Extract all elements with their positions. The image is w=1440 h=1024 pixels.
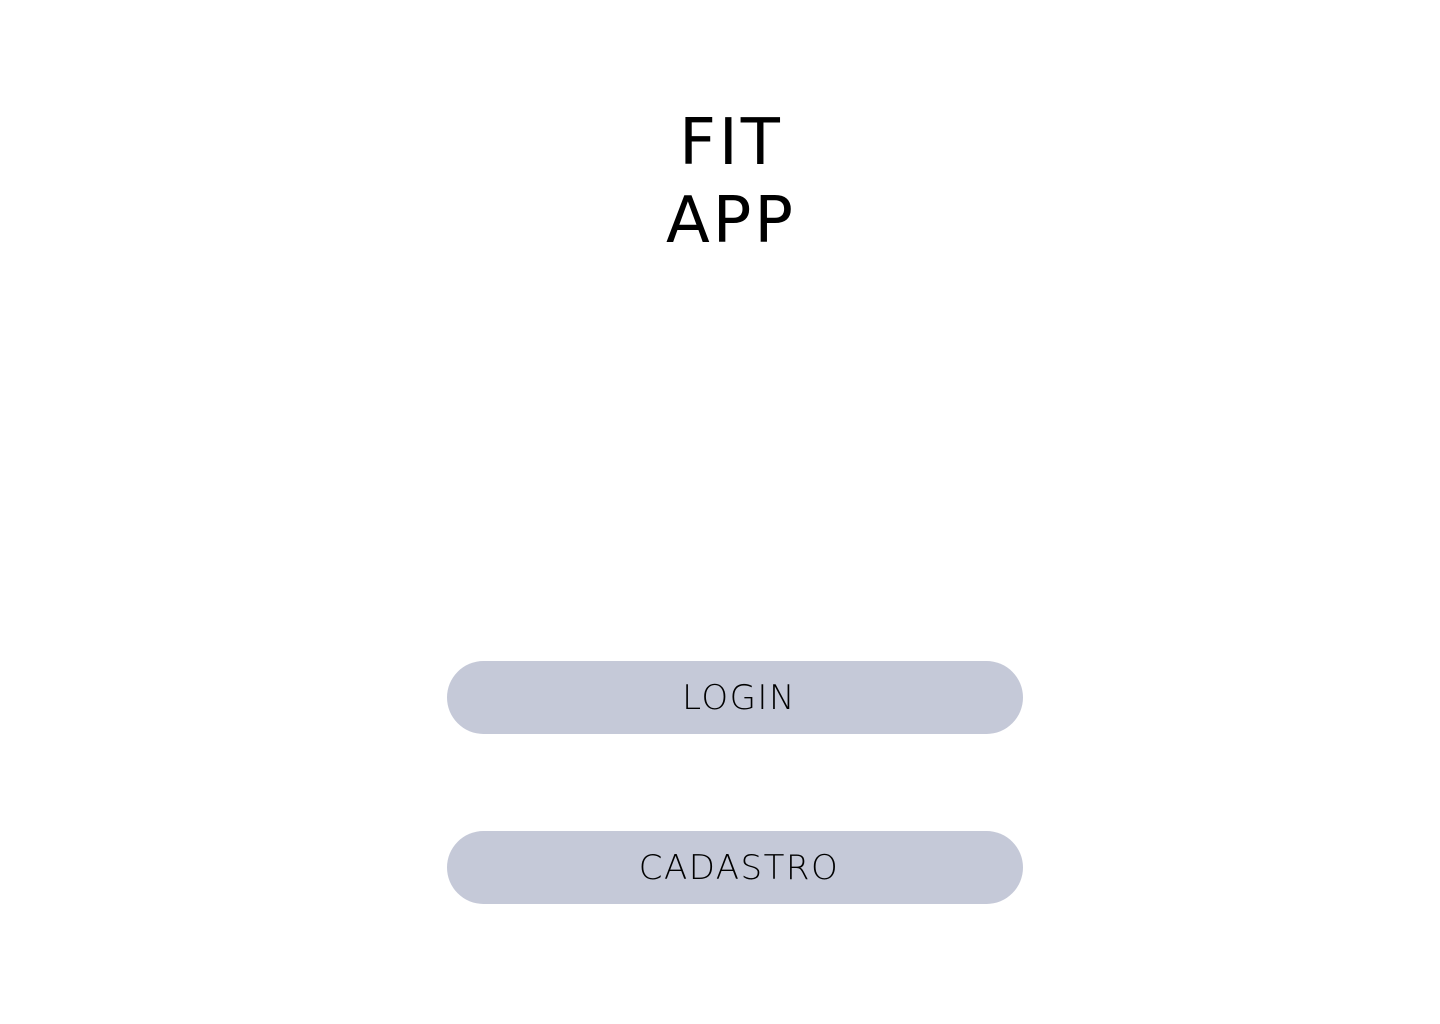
app-title-line-1: FIT bbox=[679, 106, 783, 180]
login-button-label: LOGIN bbox=[682, 677, 796, 718]
login-button[interactable]: LOGIN bbox=[447, 661, 1023, 734]
app-title-line-2: APP bbox=[666, 184, 796, 258]
app-title: FIT APP bbox=[0, 104, 1440, 260]
signup-button-label: CADASTRO bbox=[638, 847, 840, 888]
signup-button[interactable]: CADASTRO bbox=[447, 831, 1023, 904]
